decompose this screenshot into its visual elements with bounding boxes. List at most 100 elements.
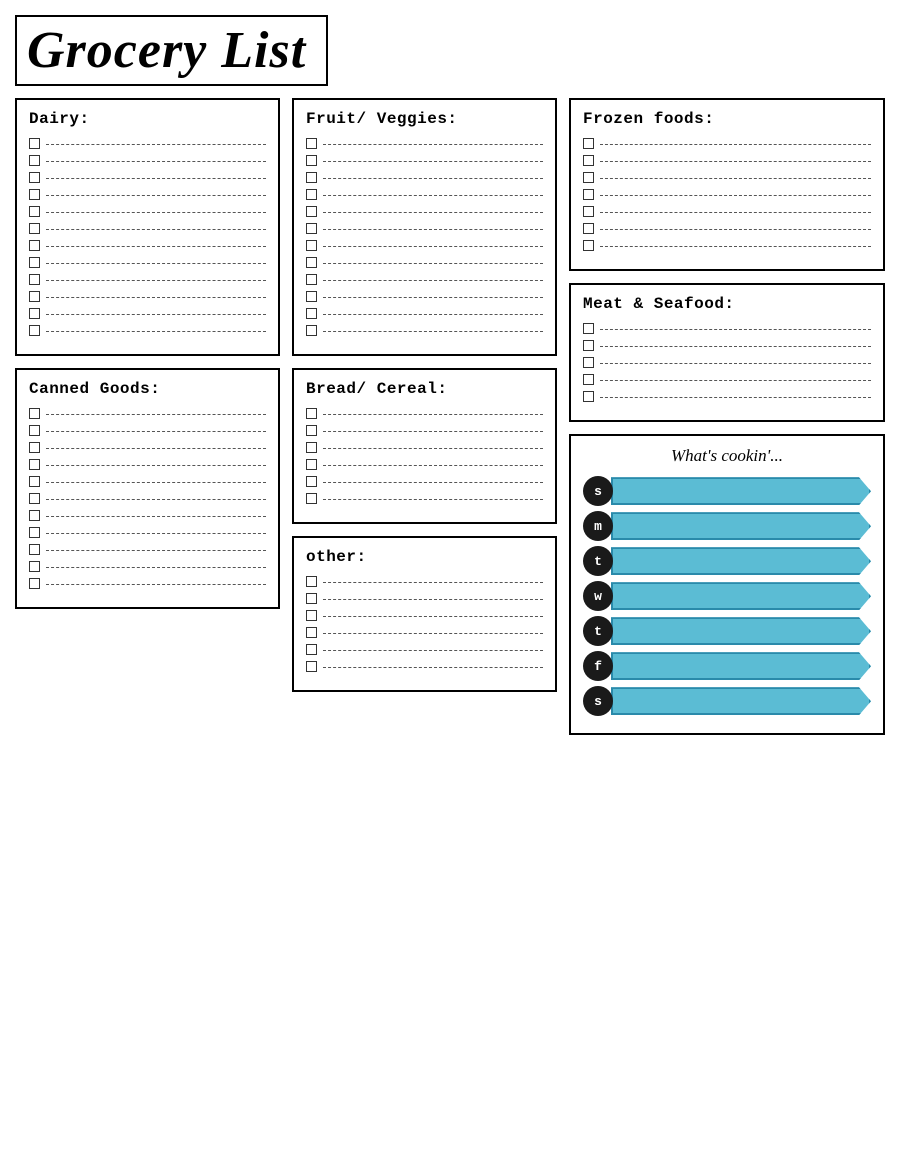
checkbox[interactable] (306, 493, 317, 504)
checkbox[interactable] (29, 257, 40, 268)
checkbox[interactable] (583, 189, 594, 200)
checkbox[interactable] (306, 291, 317, 302)
day-banner-t2[interactable] (611, 617, 871, 645)
checkbox[interactable] (306, 661, 317, 672)
checkbox[interactable] (583, 206, 594, 217)
list-item (306, 627, 543, 638)
checkbox[interactable] (306, 576, 317, 587)
checkbox[interactable] (306, 155, 317, 166)
checkbox[interactable] (29, 578, 40, 589)
checkbox[interactable] (583, 223, 594, 234)
line (46, 263, 266, 264)
checkbox[interactable] (306, 408, 317, 419)
checkbox[interactable] (583, 155, 594, 166)
checkbox[interactable] (306, 425, 317, 436)
checkbox[interactable] (29, 223, 40, 234)
checkbox[interactable] (583, 357, 594, 368)
checkbox[interactable] (29, 189, 40, 200)
checkbox[interactable] (29, 527, 40, 538)
checkbox[interactable] (583, 391, 594, 402)
checkbox[interactable] (29, 274, 40, 285)
day-banner-w[interactable] (611, 582, 871, 610)
checkbox[interactable] (306, 476, 317, 487)
bread-cereal-title: Bread/ Cereal: (306, 380, 543, 398)
list-item (29, 544, 266, 555)
checkbox[interactable] (306, 325, 317, 336)
day-circle-f[interactable]: f (583, 651, 613, 681)
day-arrow: t (583, 616, 871, 646)
checkbox[interactable] (306, 610, 317, 621)
checkbox[interactable] (306, 223, 317, 234)
day-circle-s2[interactable]: s (583, 686, 613, 716)
line (46, 465, 266, 466)
day-circle-m[interactable]: m (583, 511, 613, 541)
checkbox[interactable] (306, 442, 317, 453)
line (323, 331, 543, 332)
checkbox[interactable] (29, 408, 40, 419)
checkbox[interactable] (583, 172, 594, 183)
line (46, 550, 266, 551)
checkbox[interactable] (29, 476, 40, 487)
checkbox[interactable] (29, 240, 40, 251)
checkbox[interactable] (306, 257, 317, 268)
checkbox[interactable] (306, 138, 317, 149)
checkbox[interactable] (29, 138, 40, 149)
checkbox[interactable] (306, 240, 317, 251)
checkbox[interactable] (29, 291, 40, 302)
checkbox[interactable] (29, 459, 40, 470)
line (46, 246, 266, 247)
checkbox[interactable] (29, 172, 40, 183)
checkbox[interactable] (583, 138, 594, 149)
day-banner-f[interactable] (611, 652, 871, 680)
checkbox[interactable] (29, 206, 40, 217)
mid-column: Fruit/ Veggies: Brea (292, 98, 557, 735)
list-item (306, 240, 543, 251)
list-item (583, 374, 871, 385)
checkbox[interactable] (29, 510, 40, 521)
dairy-title: Dairy: (29, 110, 266, 128)
checkbox[interactable] (306, 459, 317, 470)
day-banner-s2[interactable] (611, 687, 871, 715)
checkbox[interactable] (29, 493, 40, 504)
list-item (29, 527, 266, 538)
checkbox[interactable] (306, 644, 317, 655)
checkbox[interactable] (306, 308, 317, 319)
line (46, 212, 266, 213)
list-item (306, 442, 543, 453)
checkbox[interactable] (306, 206, 317, 217)
list-item (29, 510, 266, 521)
checkbox[interactable] (29, 425, 40, 436)
list-item (29, 561, 266, 572)
line (323, 263, 543, 264)
day-circle-t2[interactable]: t (583, 616, 613, 646)
checkbox[interactable] (583, 323, 594, 334)
checkbox[interactable] (306, 627, 317, 638)
line (323, 314, 543, 315)
checkbox[interactable] (583, 340, 594, 351)
line (46, 314, 266, 315)
day-banner-s1[interactable] (611, 477, 871, 505)
checkbox[interactable] (583, 374, 594, 385)
line (600, 229, 871, 230)
checkbox[interactable] (306, 172, 317, 183)
day-circle-w[interactable]: w (583, 581, 613, 611)
checkbox[interactable] (306, 593, 317, 604)
checkbox[interactable] (583, 240, 594, 251)
day-banner-m[interactable] (611, 512, 871, 540)
day-circle-t1[interactable]: t (583, 546, 613, 576)
day-circle-s1[interactable]: s (583, 476, 613, 506)
checkbox[interactable] (29, 442, 40, 453)
right-column: Frozen foods: Meat & Seafood: (569, 98, 885, 735)
list-item (306, 257, 543, 268)
list-item (29, 172, 266, 183)
checkbox[interactable] (29, 544, 40, 555)
list-item (583, 340, 871, 351)
checkbox[interactable] (29, 561, 40, 572)
checkbox[interactable] (306, 274, 317, 285)
checkbox[interactable] (29, 155, 40, 166)
day-banner-t1[interactable] (611, 547, 871, 575)
checkbox[interactable] (29, 308, 40, 319)
checkbox[interactable] (29, 325, 40, 336)
title-box: Grocery List (15, 15, 328, 86)
checkbox[interactable] (306, 189, 317, 200)
